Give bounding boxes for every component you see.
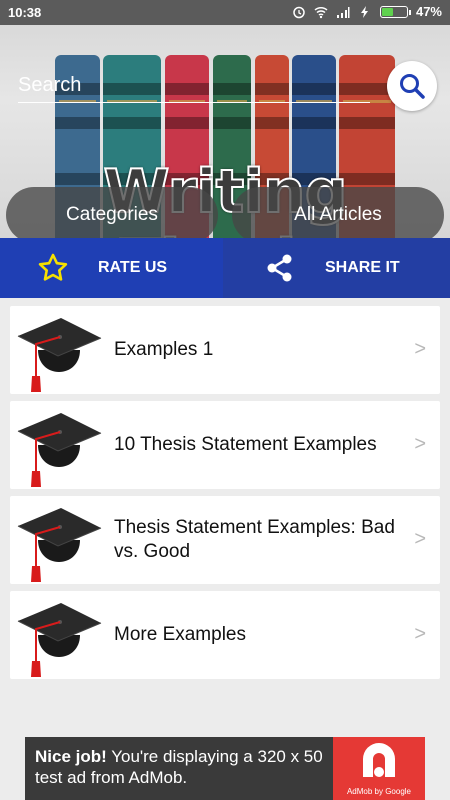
header-banner: Writing Thesis Categories All Articles — [0, 25, 450, 238]
status-time: 10:38 — [8, 5, 42, 20]
tab-categories[interactable]: Categories — [6, 187, 218, 238]
ad-banner[interactable]: Nice job! You're displaying a 320 x 50 t… — [25, 737, 425, 800]
list-item-title: Examples 1 — [114, 339, 214, 360]
rate-us-label: RATE US — [98, 259, 168, 276]
share-it-button[interactable]: SHARE IT — [223, 238, 450, 298]
search-button[interactable] — [387, 61, 437, 111]
ad-text: Nice job! You're displaying a 320 x 50 t… — [35, 746, 335, 788]
battery-percent: 47% — [415, 4, 442, 19]
graduation-cap-icon — [17, 413, 102, 487]
tab-all-articles[interactable]: All Articles — [232, 187, 444, 238]
battery-icon — [379, 5, 411, 18]
graduation-cap-icon — [17, 508, 102, 582]
graduation-cap-icon — [17, 603, 102, 677]
search-icon — [400, 74, 425, 99]
list-item-title: 10 Thesis Statement Examples — [114, 434, 377, 455]
list-item[interactable]: More Examples > — [10, 591, 440, 679]
share-icon — [263, 251, 297, 285]
list-item-title: Thesis Statement Examples: Bad vs. Good — [114, 517, 395, 562]
list-item[interactable]: 10 Thesis Statement Examples > — [10, 401, 440, 489]
alarm-icon — [293, 6, 305, 18]
admob-brand: AdMob by Google — [346, 787, 412, 796]
status-bar: 10:38 47% — [0, 0, 450, 25]
app-screen: 10:38 47% Writi — [0, 0, 450, 800]
chevron-right-icon: > — [414, 528, 426, 550]
admob-logo: AdMob by Google — [333, 737, 425, 800]
action-bar: RATE US SHARE IT — [0, 238, 450, 298]
search-bar — [18, 69, 370, 103]
signal-icon — [336, 6, 350, 18]
list-item-title: More Examples — [114, 624, 246, 645]
status-icons: 47% — [292, 4, 442, 19]
graduation-cap-icon — [17, 318, 102, 392]
chevron-right-icon: > — [414, 338, 426, 360]
list-item[interactable]: Thesis Statement Examples: Bad vs. Good … — [10, 496, 440, 584]
search-input[interactable] — [18, 69, 370, 101]
chevron-right-icon: > — [414, 623, 426, 645]
ad-headline: Nice job! — [35, 747, 107, 766]
star-icon — [36, 251, 70, 285]
share-it-label: SHARE IT — [325, 259, 400, 276]
wifi-icon — [314, 6, 328, 18]
list-item[interactable]: Examples 1 > — [10, 306, 440, 394]
chevron-right-icon: > — [414, 433, 426, 455]
rate-us-button[interactable]: RATE US — [0, 238, 223, 298]
admob-icon — [363, 743, 395, 777]
charging-icon — [360, 5, 368, 18]
